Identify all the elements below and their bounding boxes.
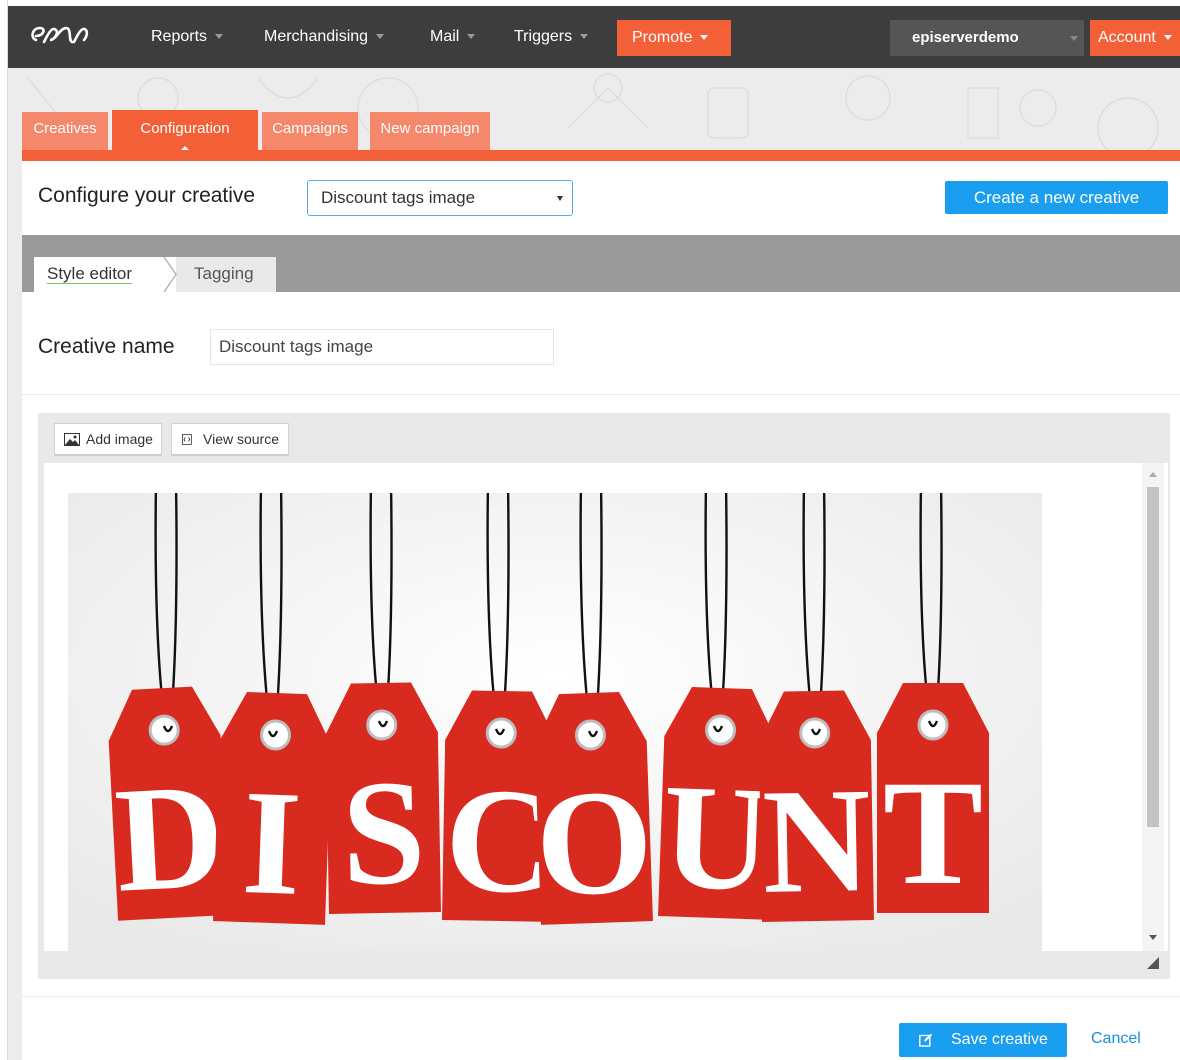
save-creative-label: Save creative [951,1031,1048,1048]
chevron-down-icon [557,196,563,201]
tab-new-campaign[interactable]: New campaign [370,112,490,150]
tab-campaigns[interactable]: Campaigns [262,112,358,150]
tab-configuration-label: Configuration [140,120,230,137]
chevron-down-icon [1163,35,1172,41]
creative-name-label: Creative name [38,335,175,358]
discount-tags-image[interactable]: DISCOUNT [68,493,1042,951]
editor-canvas[interactable]: DISCOUNT [44,463,1168,951]
tag-d: D [108,686,230,924]
editor-subtabs: Tagging Style editor [22,235,1180,292]
resize-handle-icon[interactable] [1147,957,1159,969]
tag-letter: I [240,759,304,927]
add-image-button[interactable]: Add image [54,423,162,456]
edit-icon [919,1033,933,1047]
scroll-up-icon[interactable] [1149,472,1157,477]
create-creative-button[interactable]: Create a new creative [945,181,1168,214]
tab-underline [22,150,1180,161]
chevron-down-icon [376,34,385,40]
episerver-logo[interactable] [26,16,116,52]
top-navigation: Reports Merchandising Mail Triggers Prom… [8,0,1180,68]
nav-mail[interactable]: Mail [430,6,476,68]
chevron-down-icon [580,34,589,40]
nav-triggers[interactable]: Triggers [514,6,589,68]
scroll-down-icon[interactable] [1149,935,1157,940]
subtab-style-editor-label: Style editor [47,264,133,284]
tag-letter: N [761,757,872,925]
tag-i: I [213,692,332,927]
configure-label: Configure your creative [38,184,256,207]
add-image-label: Add image [86,431,153,447]
promote-button[interactable]: Promote [617,20,731,56]
tag-letter: S [340,749,426,916]
configuration-panel: Configure your creative Discount tags im… [22,161,1180,1060]
tab-configuration[interactable]: Configuration [112,110,258,152]
vertical-scrollbar[interactable] [1142,463,1164,951]
image-icon [64,433,80,446]
chevron-down-icon [700,35,709,41]
step-chevron-icon [156,257,177,292]
source-code-icon [182,434,192,445]
tag-letter: T [883,750,983,916]
rich-text-editor: Add image View source DISCOUNT [38,413,1170,979]
divider [22,394,1180,395]
tab-creatives[interactable]: Creatives [22,112,108,150]
view-source-label: View source [203,431,280,447]
tag-letter: O [533,758,655,928]
tag-s: S [325,682,441,917]
scrollbar-thumb[interactable] [1147,487,1159,827]
account-button[interactable]: Account [1090,20,1180,56]
view-source-button[interactable]: View source [171,423,289,456]
site-selector[interactable]: episerverdemo [890,20,1084,56]
divider [22,996,1180,997]
window-edge [0,0,8,1060]
tag-letter: U [660,753,774,923]
chevron-down-icon [215,34,224,40]
tag-t: T [877,683,989,916]
creative-select[interactable]: Discount tags image [307,180,573,216]
subtab-style-editor[interactable]: Style editor [34,257,176,292]
nav-merchandising[interactable]: Merchandising [264,6,385,68]
save-creative-button[interactable]: Save creative [899,1023,1067,1057]
discount-tags-graphic: D I S CO UN T [68,493,1042,951]
creative-name-input[interactable]: Discount tags image [210,329,554,365]
cancel-link[interactable]: Cancel [1091,1030,1141,1048]
tag-n: N [758,690,874,925]
nav-reports[interactable]: Reports [151,6,224,68]
creative-select-value: Discount tags image [321,188,476,207]
tag-letter: D [111,752,228,923]
chevron-down-icon [1070,36,1078,41]
tag-o: O [533,692,655,928]
chevron-down-icon [467,34,476,40]
